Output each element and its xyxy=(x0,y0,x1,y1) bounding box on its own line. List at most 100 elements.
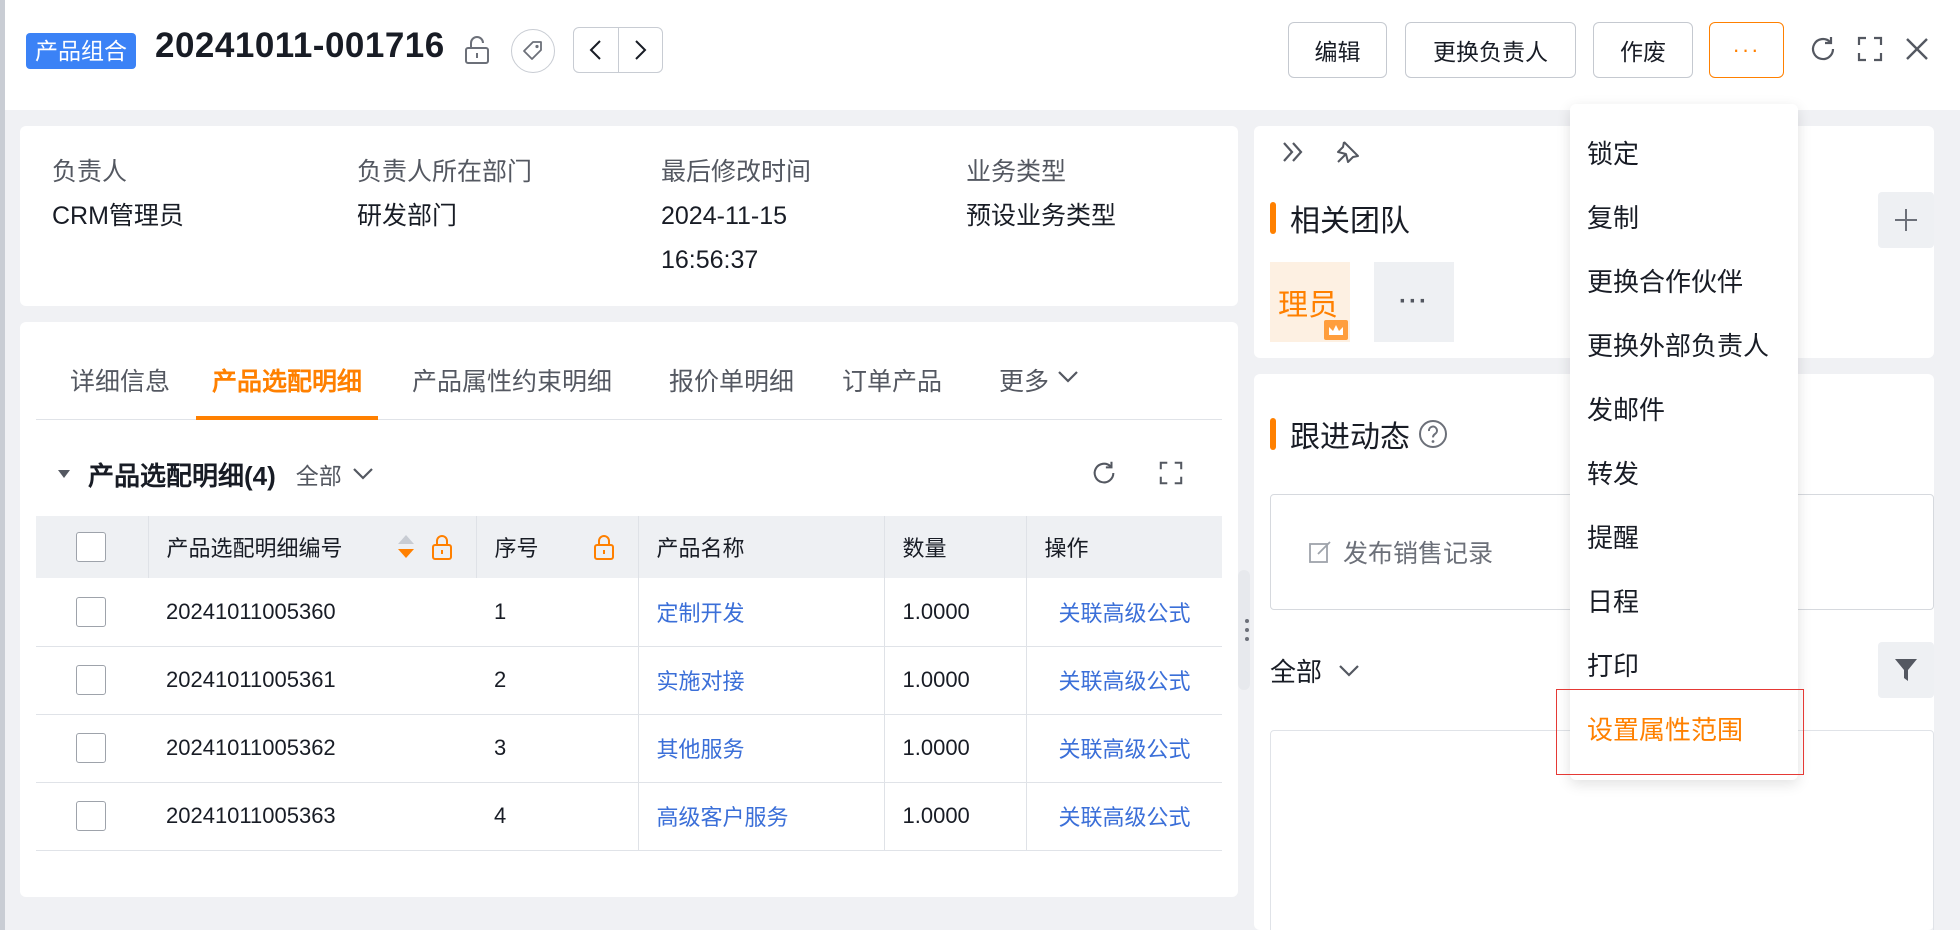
pin-icon[interactable] xyxy=(1332,138,1362,168)
select-all-checkbox[interactable] xyxy=(76,532,106,562)
cell-quantity: 1.0000 xyxy=(884,714,1027,783)
field-label: 负责人 xyxy=(52,158,128,186)
table-row: 20241011005363 4 高级客户服务 1.0000 关联高级公式 xyxy=(36,782,1222,851)
link-formula-action[interactable]: 关联高级公式 xyxy=(1059,737,1191,762)
row-checkbox[interactable] xyxy=(76,801,106,831)
menu-item-schedule[interactable]: 日程 xyxy=(1587,582,1639,619)
previous-record-button[interactable] xyxy=(574,28,618,72)
field-value-date: 2024-11-15 xyxy=(661,202,788,230)
column-header-code[interactable]: 产品选配明细编号 xyxy=(148,516,477,578)
tab-product-config-details[interactable]: 产品选配明细 xyxy=(196,362,379,420)
column-header-product-name[interactable]: 产品名称 xyxy=(638,516,885,578)
product-link[interactable]: 高级客户服务 xyxy=(657,805,789,830)
team-member-avatar[interactable]: 理员 xyxy=(1270,262,1350,342)
product-link[interactable]: 其他服务 xyxy=(657,737,745,762)
tab-order-products[interactable]: 订单产品 xyxy=(842,362,942,420)
cell-code: 20241011005361 xyxy=(148,646,476,715)
product-config-table: 产品选配明细编号 序号 产品名称 数量 操作 20241011005360 1 … xyxy=(36,516,1222,851)
column-header-seq[interactable]: 序号 xyxy=(476,516,639,578)
cell-action: 关联高级公式 xyxy=(1026,714,1222,783)
row-checkbox[interactable] xyxy=(76,733,106,763)
menu-item-change-external-owner[interactable]: 更换外部负责人 xyxy=(1587,326,1769,363)
fullscreen-icon[interactable] xyxy=(1853,32,1887,66)
section-refresh-icon[interactable] xyxy=(1087,456,1121,490)
cell-code: 20241011005363 xyxy=(148,782,476,851)
void-button[interactable]: 作废 xyxy=(1593,22,1693,78)
table-row: 20241011005361 2 实施对接 1.0000 关联高级公式 xyxy=(36,646,1222,715)
tab-quote-lines[interactable]: 报价单明细 xyxy=(669,362,794,420)
accent-bar xyxy=(1270,418,1276,450)
link-formula-action[interactable]: 关联高级公式 xyxy=(1059,669,1191,694)
background-window-edge xyxy=(0,0,5,930)
collapse-panel-icon[interactable] xyxy=(1280,138,1308,166)
lock-icon xyxy=(593,535,614,560)
product-link[interactable]: 定制开发 xyxy=(657,601,745,626)
detail-header: 产品组合 20241011-001716 编辑 更换负责人 作废 ··· xyxy=(5,0,1960,110)
table-header-row: 产品选配明细编号 序号 产品名称 数量 操作 xyxy=(36,516,1222,578)
cell-code: 20241011005360 xyxy=(148,578,476,647)
menu-item-copy[interactable]: 复制 xyxy=(1587,198,1639,235)
cell-action: 关联高级公式 xyxy=(1026,782,1222,851)
cell-seq: 3 xyxy=(476,714,639,783)
cell-product-link[interactable]: 实施对接 xyxy=(638,646,885,715)
menu-item-remind[interactable]: 提醒 xyxy=(1587,518,1639,555)
row-select-cell xyxy=(36,714,148,783)
column-label: 序号 xyxy=(494,536,539,561)
summary-field-modified-time: 最后修改时间 2024-11-15 16:56:37 xyxy=(661,152,811,282)
table-row: 20241011005362 3 其他服务 1.0000 关联高级公式 xyxy=(36,714,1222,783)
field-label: 负责人所在部门 xyxy=(357,158,533,186)
collapse-caret-icon[interactable] xyxy=(56,468,72,480)
menu-item-forward[interactable]: 转发 xyxy=(1587,454,1639,491)
filter-button[interactable] xyxy=(1878,642,1934,698)
section-header: 产品选配明细(4) 全部 xyxy=(56,454,374,494)
tab-details[interactable]: 详细信息 xyxy=(70,362,170,420)
field-label: 最后修改时间 xyxy=(661,158,812,186)
record-title: 20241011-001716 xyxy=(155,26,445,65)
column-header-quantity[interactable]: 数量 xyxy=(884,516,1027,578)
edit-button[interactable]: 编辑 xyxy=(1288,22,1387,78)
refresh-icon[interactable] xyxy=(1806,32,1840,66)
summary-field-owner: 负责人 CRM管理员 xyxy=(52,152,184,238)
menu-item-change-partner[interactable]: 更换合作伙伴 xyxy=(1587,262,1743,299)
team-more-button[interactable]: ··· xyxy=(1374,262,1454,342)
select-all-cell xyxy=(36,516,149,578)
change-owner-button[interactable]: 更换负责人 xyxy=(1405,22,1576,78)
menu-item-lock[interactable]: 锁定 xyxy=(1587,134,1639,171)
cell-product-link[interactable]: 定制开发 xyxy=(638,578,885,647)
next-record-button[interactable] xyxy=(617,28,662,72)
cell-seq: 1 xyxy=(476,578,639,647)
menu-item-send-email[interactable]: 发邮件 xyxy=(1587,390,1665,427)
follow-up-filter-dropdown[interactable]: 全部 xyxy=(1270,652,1360,689)
add-team-member-button[interactable] xyxy=(1878,192,1934,248)
section-filter-dropdown[interactable]: 全部 xyxy=(296,457,374,491)
cell-product-link[interactable]: 高级客户服务 xyxy=(638,782,885,851)
unlock-icon[interactable] xyxy=(461,34,493,66)
close-icon[interactable] xyxy=(1900,32,1934,66)
more-actions-button[interactable]: ··· xyxy=(1709,22,1784,78)
row-checkbox[interactable] xyxy=(76,665,106,695)
product-link[interactable]: 实施对接 xyxy=(657,669,745,694)
field-value: 预设业务类型 xyxy=(966,202,1117,230)
link-formula-action[interactable]: 关联高级公式 xyxy=(1059,601,1191,626)
sort-icon[interactable] xyxy=(396,533,416,561)
record-navigation xyxy=(573,27,663,73)
tab-attribute-constraints[interactable]: 产品属性约束明细 xyxy=(412,362,612,420)
section-filter-label: 全部 xyxy=(295,463,342,489)
row-select-cell xyxy=(36,578,148,647)
row-checkbox[interactable] xyxy=(76,596,106,627)
lock-icon xyxy=(431,535,452,560)
help-icon[interactable] xyxy=(1418,419,1448,449)
tag-icon[interactable] xyxy=(511,29,555,73)
tab-more[interactable]: 更多 xyxy=(999,362,1079,420)
menu-item-print[interactable]: 打印 xyxy=(1587,646,1639,683)
plus-icon xyxy=(1895,209,1917,231)
cell-product-link[interactable]: 其他服务 xyxy=(638,714,885,783)
field-label: 业务类型 xyxy=(966,158,1067,186)
section-fullscreen-icon[interactable] xyxy=(1154,456,1188,490)
filter-icon xyxy=(1895,659,1917,681)
row-select-cell xyxy=(36,646,148,715)
drag-dots-icon[interactable] xyxy=(1240,570,1254,690)
follow-up-title: 跟进动态 xyxy=(1270,412,1448,456)
tab-more-label: 更多 xyxy=(999,368,1050,396)
link-formula-action[interactable]: 关联高级公式 xyxy=(1059,805,1191,830)
